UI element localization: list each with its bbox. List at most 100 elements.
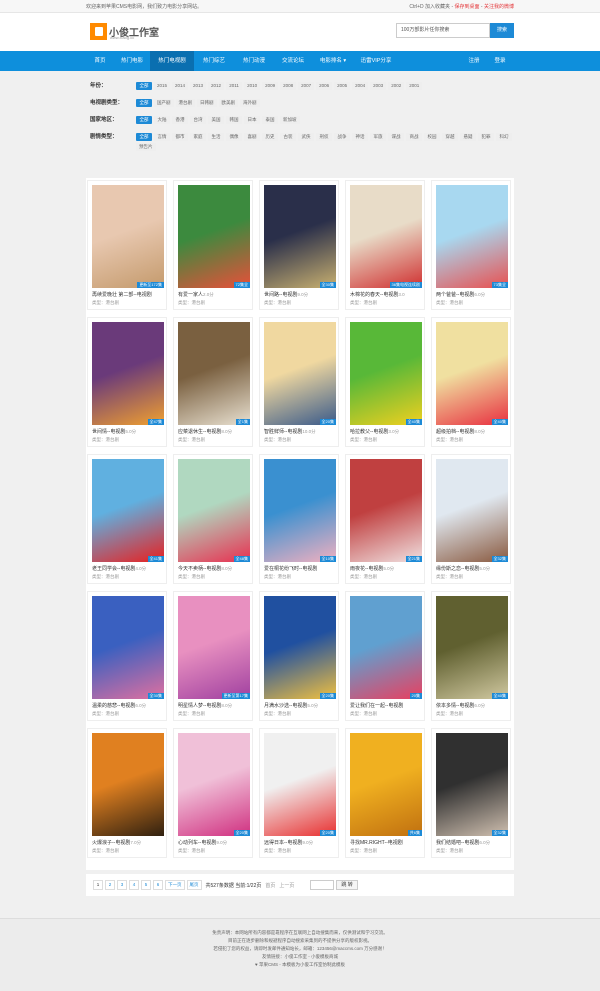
nav-item-home[interactable]: 首页: [86, 51, 114, 71]
video-card[interactable]: 全40集 哈拉教父--电视剧3.0分 类型：港台剧: [345, 317, 425, 447]
poster-image[interactable]: 全1集: [178, 322, 250, 425]
prev-page-link[interactable]: 上一页: [279, 882, 294, 889]
video-title-text[interactable]: 月满水沙选--电视剧: [264, 703, 307, 709]
filter-tag[interactable]: 言情: [154, 133, 170, 141]
poster-image[interactable]: 36集电视连续剧: [350, 185, 422, 288]
filter-tag[interactable]: 香港: [172, 116, 188, 124]
filter-tag[interactable]: 2008: [280, 82, 297, 90]
video-title[interactable]: 心动列车--电视剧9.0分: [178, 839, 252, 846]
video-title[interactable]: 世间情--电视剧5.0分: [92, 428, 166, 435]
filter-tag[interactable]: 新加坡: [280, 116, 300, 124]
nav-item-forum[interactable]: 交流论坛: [274, 51, 312, 71]
poster-image[interactable]: 全30集: [92, 596, 164, 699]
filter-tag[interactable]: 悬疑: [460, 133, 476, 141]
video-title-text[interactable]: 两个爸爸--电视剧: [436, 292, 474, 298]
poster-image[interactable]: 全41集: [92, 459, 164, 562]
video-title[interactable]: 缘份斯之恋--电视剧5.0分: [436, 565, 510, 572]
poster-image[interactable]: 全40集: [436, 322, 508, 425]
video-card[interactable]: 全30集 世间路--电视剧9.0分 类型：港台剧: [259, 180, 339, 310]
poster-image[interactable]: 共6集: [350, 733, 422, 836]
video-title-text[interactable]: 我们结婚吧--电视剧: [436, 840, 479, 846]
poster-image[interactable]: 全20集: [264, 596, 336, 699]
video-title[interactable]: 今天不卖柄--电视剧8.0分: [178, 565, 252, 572]
poster-image[interactable]: 全20集: [264, 322, 336, 425]
video-title[interactable]: 温柔的慈悲--电视剧6.0分: [92, 702, 166, 709]
filter-tag[interactable]: 韩国: [226, 116, 242, 124]
follow-weibo-link[interactable]: 关注我的微博: [484, 4, 514, 10]
poster-image[interactable]: 更新至172集: [92, 185, 164, 288]
register-link[interactable]: 注册: [462, 51, 486, 71]
poster-image[interactable]: 72集全: [178, 185, 250, 288]
filter-tag[interactable]: 全部: [136, 82, 152, 90]
filter-tag[interactable]: 2003: [370, 82, 387, 90]
video-title-text[interactable]: 雨夜花--电视剧: [350, 566, 383, 572]
filter-tag[interactable]: 生活: [208, 133, 224, 141]
poster-image[interactable]: 全10集: [264, 459, 336, 562]
nav-item-variety[interactable]: 热门综艺: [194, 51, 234, 71]
filter-tag[interactable]: 军旅: [370, 133, 386, 141]
page-link[interactable]: 4: [129, 880, 139, 890]
filter-tag[interactable]: 海外剧: [240, 99, 260, 107]
video-title-text[interactable]: 世间情--电视剧: [92, 429, 125, 435]
filter-tag[interactable]: 2011: [226, 82, 243, 90]
video-card[interactable]: 73集全 两个爸爸--电视剧6.0分 类型：港台剧: [431, 180, 511, 310]
filter-tag[interactable]: 2001: [406, 82, 423, 90]
video-title-text[interactable]: 心动列车--电视剧: [178, 840, 216, 846]
video-title-text[interactable]: 木棉花的春天--电视剧: [350, 292, 398, 298]
video-card[interactable]: 共6集 寻找MR.RIGHT--电视剧 类型：港台剧: [345, 728, 425, 858]
video-card[interactable]: 全48集 今天不卖柄--电视剧8.0分 类型：港台剧: [173, 454, 253, 584]
video-title[interactable]: 雨夜花--电视剧5.0分: [350, 565, 424, 572]
video-title[interactable]: 月满水沙选--电视剧5.0分: [264, 702, 338, 709]
filter-tag[interactable]: 2006: [316, 82, 333, 90]
video-card[interactable]: 全30集 温柔的慈悲--电视剧6.0分 类型：港台剧: [87, 591, 167, 721]
video-card[interactable]: 全40集 依本多情--电视剧6.0分 类型：港台剧: [431, 591, 511, 721]
video-title-text[interactable]: 今天不卖柄--电视剧: [178, 566, 221, 572]
video-card[interactable]: 全32集 缘份斯之恋--电视剧5.0分 类型：港台剧: [431, 454, 511, 584]
page-link[interactable]: 3: [117, 880, 127, 890]
video-title[interactable]: 远得日本--电视剧9.0分: [264, 839, 338, 846]
filter-tag[interactable]: 泰国: [262, 116, 278, 124]
filter-tag[interactable]: 犯罪: [478, 133, 494, 141]
filter-tag[interactable]: 台湾: [190, 116, 206, 124]
footer-links[interactable]: 友情链接：小俊工作室 - 小俊模板商城: [0, 953, 600, 961]
video-card[interactable]: 全32集 我们结婚吧--电视剧6.0分 类型：港台剧: [431, 728, 511, 858]
filter-tag[interactable]: 神话: [352, 133, 368, 141]
video-title-text[interactable]: 温柔的慈悲--电视剧: [92, 703, 135, 709]
video-card[interactable]: 20集 爱让我们在一起--电视剧 类型：港台剧: [345, 591, 425, 721]
video-title[interactable]: 老王同学会--电视剧4.0分: [92, 565, 166, 572]
video-title[interactable]: 世间路--电视剧9.0分: [264, 291, 338, 298]
filter-tag[interactable]: 预告片: [136, 143, 156, 151]
login-link[interactable]: 登录: [488, 51, 512, 71]
video-title-text[interactable]: 有爱一家人: [178, 292, 203, 298]
filter-tag[interactable]: 2015: [154, 82, 171, 90]
page-link[interactable]: 5: [141, 880, 151, 890]
filter-tag[interactable]: 喜剧: [244, 133, 260, 141]
video-title-text[interactable]: 应菜退休生--电视剧: [178, 429, 221, 435]
filter-tag[interactable]: 2010: [244, 82, 261, 90]
filter-tag[interactable]: 港台剧: [175, 99, 195, 107]
video-card[interactable]: 全1集 应菜退休生--电视剧8.0分 类型：港台剧: [173, 317, 253, 447]
video-title-text[interactable]: 寻找MR.RIGHT--电视剧: [350, 840, 403, 846]
first-page-link[interactable]: 首页: [265, 882, 275, 889]
video-title-text[interactable]: 远得日本--电视剧: [264, 840, 302, 846]
filter-tag[interactable]: 都市: [172, 133, 188, 141]
video-card[interactable]: 更新至第17集 明星情人梦--电视剧8.0分 类型：港台剧: [173, 591, 253, 721]
poster-image[interactable]: 全40集: [436, 596, 508, 699]
video-title[interactable]: 智胜鲜师--电视剧10.0分: [264, 428, 338, 435]
filter-tag[interactable]: 日韩剧: [197, 99, 217, 107]
video-title-text[interactable]: 世间路--电视剧: [264, 292, 297, 298]
video-title[interactable]: 爱让我们在一起--电视剧: [350, 702, 424, 709]
poster-image[interactable]: 全30集: [264, 185, 336, 288]
video-title[interactable]: 爱在桐花纷飞时--电视剧: [264, 565, 338, 572]
filter-tag[interactable]: 偶像: [226, 133, 242, 141]
poster-image[interactable]: 全48集: [178, 459, 250, 562]
nav-item-anime[interactable]: 热门动漫: [234, 51, 274, 71]
video-title-text[interactable]: 智胜鲜师--电视剧: [264, 429, 302, 435]
video-title-text[interactable]: 明星情人梦--电视剧: [178, 703, 221, 709]
filter-tag[interactable]: 2007: [298, 82, 315, 90]
poster-image[interactable]: 全21集: [350, 459, 422, 562]
poster-image[interactable]: 全32集: [436, 733, 508, 836]
video-card[interactable]: 更新至172集 再续爱晚壮 第二部--电视剧 类型：港台剧: [87, 180, 167, 310]
filter-tag[interactable]: 科幻: [496, 133, 512, 141]
page-link[interactable]: 尾页: [186, 880, 202, 890]
